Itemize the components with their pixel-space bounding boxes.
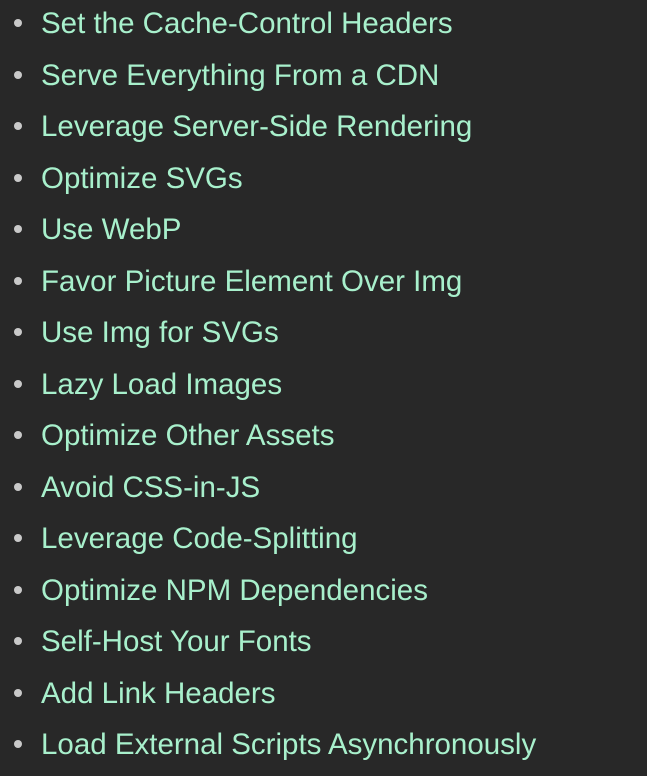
list-item: Self-Host Your Fonts: [0, 618, 647, 670]
list-item: Optimize SVGs: [0, 155, 647, 207]
toc-link-cache-control[interactable]: Set the Cache-Control Headers: [41, 0, 453, 47]
toc-link-css-in-js[interactable]: Avoid CSS-in-JS: [41, 464, 260, 511]
bullet-icon: [14, 173, 22, 182]
list-item: Serve Everything From a CDN: [0, 52, 647, 104]
toc-link-other-assets[interactable]: Optimize Other Assets: [41, 412, 334, 459]
toc-link-code-splitting[interactable]: Leverage Code-Splitting: [41, 515, 358, 562]
list-item: Favor Picture Element Over Img: [0, 258, 647, 310]
bullet-icon: [14, 637, 22, 645]
list-item: Optimize Other Assets: [0, 412, 647, 464]
toc-link-lazy-load[interactable]: Lazy Load Images: [41, 361, 282, 408]
bullet-icon: [14, 585, 22, 594]
list-item: Add Link Headers: [0, 670, 647, 722]
toc-link-picture-element[interactable]: Favor Picture Element Over Img: [41, 258, 462, 305]
toc-link-optimize-svgs[interactable]: Optimize SVGs: [41, 155, 243, 202]
list-item: Leverage Code-Splitting: [0, 515, 647, 567]
bullet-icon: [14, 122, 22, 130]
table-of-contents-list: Set the Cache-Control Headers Serve Ever…: [0, 0, 647, 773]
list-item: Leverage Server-Side Rendering: [0, 103, 647, 155]
bullet-icon: [14, 534, 22, 542]
bullet-icon: [14, 70, 22, 79]
toc-link-self-host-fonts[interactable]: Self-Host Your Fonts: [41, 618, 312, 665]
toc-link-img-for-svgs[interactable]: Use Img for SVGs: [41, 309, 279, 356]
bullet-icon: [14, 431, 22, 439]
toc-link-link-headers[interactable]: Add Link Headers: [41, 670, 276, 717]
bullet-icon: [14, 482, 22, 491]
bullet-icon: [14, 688, 22, 697]
bullet-icon: [14, 740, 22, 748]
bullet-icon: [14, 19, 22, 27]
toc-link-external-scripts[interactable]: Load External Scripts Asynchronously: [41, 721, 536, 768]
toc-link-server-side-rendering[interactable]: Leverage Server-Side Rendering: [41, 103, 472, 150]
bullet-icon: [14, 379, 22, 388]
bullet-icon: [14, 276, 22, 285]
list-item: Avoid CSS-in-JS: [0, 464, 647, 516]
list-item: Set the Cache-Control Headers: [0, 0, 647, 52]
toc-link-npm-dependencies[interactable]: Optimize NPM Dependencies: [41, 567, 428, 614]
bullet-icon: [14, 328, 22, 336]
list-item: Lazy Load Images: [0, 361, 647, 413]
toc-link-cdn[interactable]: Serve Everything From a CDN: [41, 52, 439, 99]
bullet-icon: [14, 225, 22, 233]
list-item: Use Img for SVGs: [0, 309, 647, 361]
list-item: Use WebP: [0, 206, 647, 258]
list-item: Load External Scripts Asynchronously: [0, 721, 647, 773]
toc-link-webp[interactable]: Use WebP: [41, 206, 181, 253]
list-item: Optimize NPM Dependencies: [0, 567, 647, 619]
